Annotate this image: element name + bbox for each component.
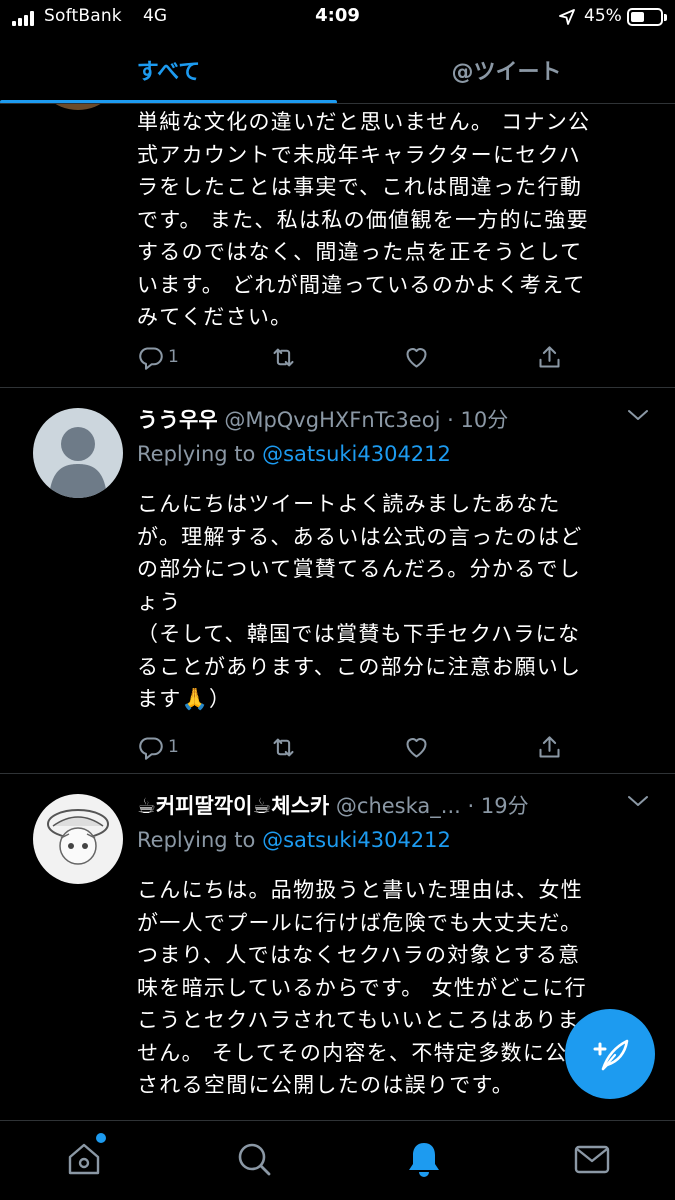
tweet-text-line: が一人でプールに行けば危険でも大丈夫だ。 xyxy=(137,910,583,935)
nav-notifications[interactable] xyxy=(404,1139,444,1179)
messages-envelope-icon xyxy=(574,1145,610,1174)
battery-icon xyxy=(627,8,667,26)
user-handle[interactable]: @MpQvgHXFnTc3eoj xyxy=(224,408,440,432)
retweet-button[interactable] xyxy=(270,342,297,372)
replying-to: Replying to @satsuki4304212 xyxy=(137,442,451,466)
reply-count: 1 xyxy=(168,347,179,367)
bottom-navigation xyxy=(0,1120,675,1200)
share-icon xyxy=(539,735,560,758)
home-icon xyxy=(68,1143,100,1175)
tweet-text-line: 式アカウントで未成年キャラクターにセクハ xyxy=(137,142,582,167)
retweet-icon xyxy=(273,348,294,366)
tweet-text-line: います。 どれが間違っているのかよく考えて xyxy=(137,272,586,297)
chevron-down-icon[interactable] xyxy=(627,408,649,422)
tab-all[interactable]: すべて xyxy=(0,36,337,104)
tweet-text-line: みてください。 xyxy=(137,305,293,329)
chevron-down-icon[interactable] xyxy=(627,794,649,808)
heart-icon xyxy=(406,347,427,368)
tweet-text-line: （そして、韓国では賞賛も下手セクハラにな xyxy=(137,622,581,646)
mention-link[interactable]: @satsuki4304212 xyxy=(262,442,451,466)
nav-search[interactable] xyxy=(234,1139,274,1179)
avatar[interactable] xyxy=(33,794,123,884)
user-handle[interactable]: @cheska_... xyxy=(336,794,461,818)
notification-feed[interactable]: 単純な文化の違いだと思いません。 コナン公 式アカウントで未成年キャラクターにセ… xyxy=(0,104,675,1120)
reply-icon xyxy=(139,346,163,370)
tweet-header: うう우우 @MpQvgHXFnTc3eoj · 10分 xyxy=(137,404,625,434)
tweet-actions: 1 xyxy=(137,732,567,762)
retweet-icon xyxy=(273,738,294,756)
share-button[interactable] xyxy=(536,732,563,762)
tweet-text-line: の部分について賞賛てるんだろ。分かるでし xyxy=(137,557,582,581)
reply-count: 1 xyxy=(168,737,179,757)
like-button[interactable] xyxy=(403,732,430,762)
replying-to-label: Replying to xyxy=(137,442,263,466)
notification-tabs: すべて @ツイート xyxy=(0,36,675,104)
separator-dot: · xyxy=(467,794,475,818)
reply-button[interactable]: 1 xyxy=(137,732,179,762)
compose-feather-icon xyxy=(593,1039,629,1071)
share-button[interactable] xyxy=(536,342,563,372)
tweet-text-line: こんにちは。品物扱うと書いた理由は、女性 xyxy=(137,878,583,902)
display-name[interactable]: うう우우 xyxy=(137,408,218,432)
separator-dot: · xyxy=(447,408,454,432)
replying-to: Replying to @satsuki4304212 xyxy=(137,828,451,852)
tweet-text-line: こんにちはツイートよく読みましたあなた xyxy=(137,492,561,516)
divider xyxy=(0,103,675,104)
tweet-text: こんにちはツイートよく読みましたあなた が。理解する、あるいは公式の言ったのはど… xyxy=(137,488,647,716)
battery-percentage: 45% xyxy=(584,6,622,26)
location-arrow-icon xyxy=(559,9,575,25)
heart-icon xyxy=(406,737,427,758)
nav-messages[interactable] xyxy=(572,1139,612,1179)
default-avatar-icon xyxy=(49,427,107,498)
home-notification-dot xyxy=(96,1133,106,1143)
tweet-text: 単純な文化の違いだと思いません。 コナン公 式アカウントで未成年キャラクターにセ… xyxy=(137,106,647,334)
tweet-text-line: つまり、人ではなくセクハラの対象とする意 xyxy=(137,943,581,967)
status-bar: SoftBank 4G 4:09 45% xyxy=(0,0,675,36)
tweet-text-line: 単純な文化の違いだと思いません。 コナン公 xyxy=(137,110,591,134)
tweet-header: ☕커피딸깍이☕체스카 @cheska_... · 19分 xyxy=(137,790,625,820)
tweet-text-line: が。理解する、あるいは公式の言ったのはど xyxy=(137,524,583,549)
search-icon xyxy=(238,1143,271,1176)
battery-level-fill xyxy=(631,12,644,22)
tweet-text-line: 味を暗示しているからです。 女性がどこに行 xyxy=(137,975,587,1000)
share-icon xyxy=(539,345,560,368)
tweet-actions: 1 xyxy=(137,342,567,372)
tweet-text-line: するのではなく、間違った点を正そうとして xyxy=(137,240,583,264)
tweet-text-line: ることがあります、この部分に注意お願いし xyxy=(137,654,582,679)
tweet-text-line: です。 また、私は私の価値観を一方的に強要 xyxy=(137,207,589,232)
tweet[interactable]: うう우우 @MpQvgHXFnTc3eoj · 10分 Replying to … xyxy=(0,388,675,774)
avatar[interactable] xyxy=(33,104,123,110)
tweet-text-line: ラをしたことは事実で、これは間違った行動 xyxy=(137,175,583,199)
reply-icon xyxy=(139,736,163,760)
tab-mentions[interactable]: @ツイート xyxy=(338,36,675,104)
like-button[interactable] xyxy=(403,342,430,372)
tweet-text-line: ます🙏） xyxy=(137,687,232,711)
nav-home[interactable] xyxy=(64,1133,106,1179)
tweet-time: 10分 xyxy=(460,408,509,432)
retweet-button[interactable] xyxy=(270,732,297,762)
mention-link[interactable]: @satsuki4304212 xyxy=(262,828,451,852)
avatar[interactable] xyxy=(33,408,123,498)
anime-avatar-icon xyxy=(47,809,109,865)
notifications-bell-icon xyxy=(409,1143,439,1177)
tweet[interactable]: 単純な文化の違いだと思いません。 コナン公 式アカウントで未成年キャラクターにセ… xyxy=(0,104,675,388)
tweet-time: 19分 xyxy=(480,794,529,818)
replying-to-label: Replying to xyxy=(137,828,263,852)
display-name[interactable]: ☕커피딸깍이☕체스카 xyxy=(137,794,329,818)
reply-button[interactable]: 1 xyxy=(137,342,179,372)
compose-tweet-button[interactable] xyxy=(565,1009,655,1099)
tweet-text-line: ょう xyxy=(137,589,182,614)
